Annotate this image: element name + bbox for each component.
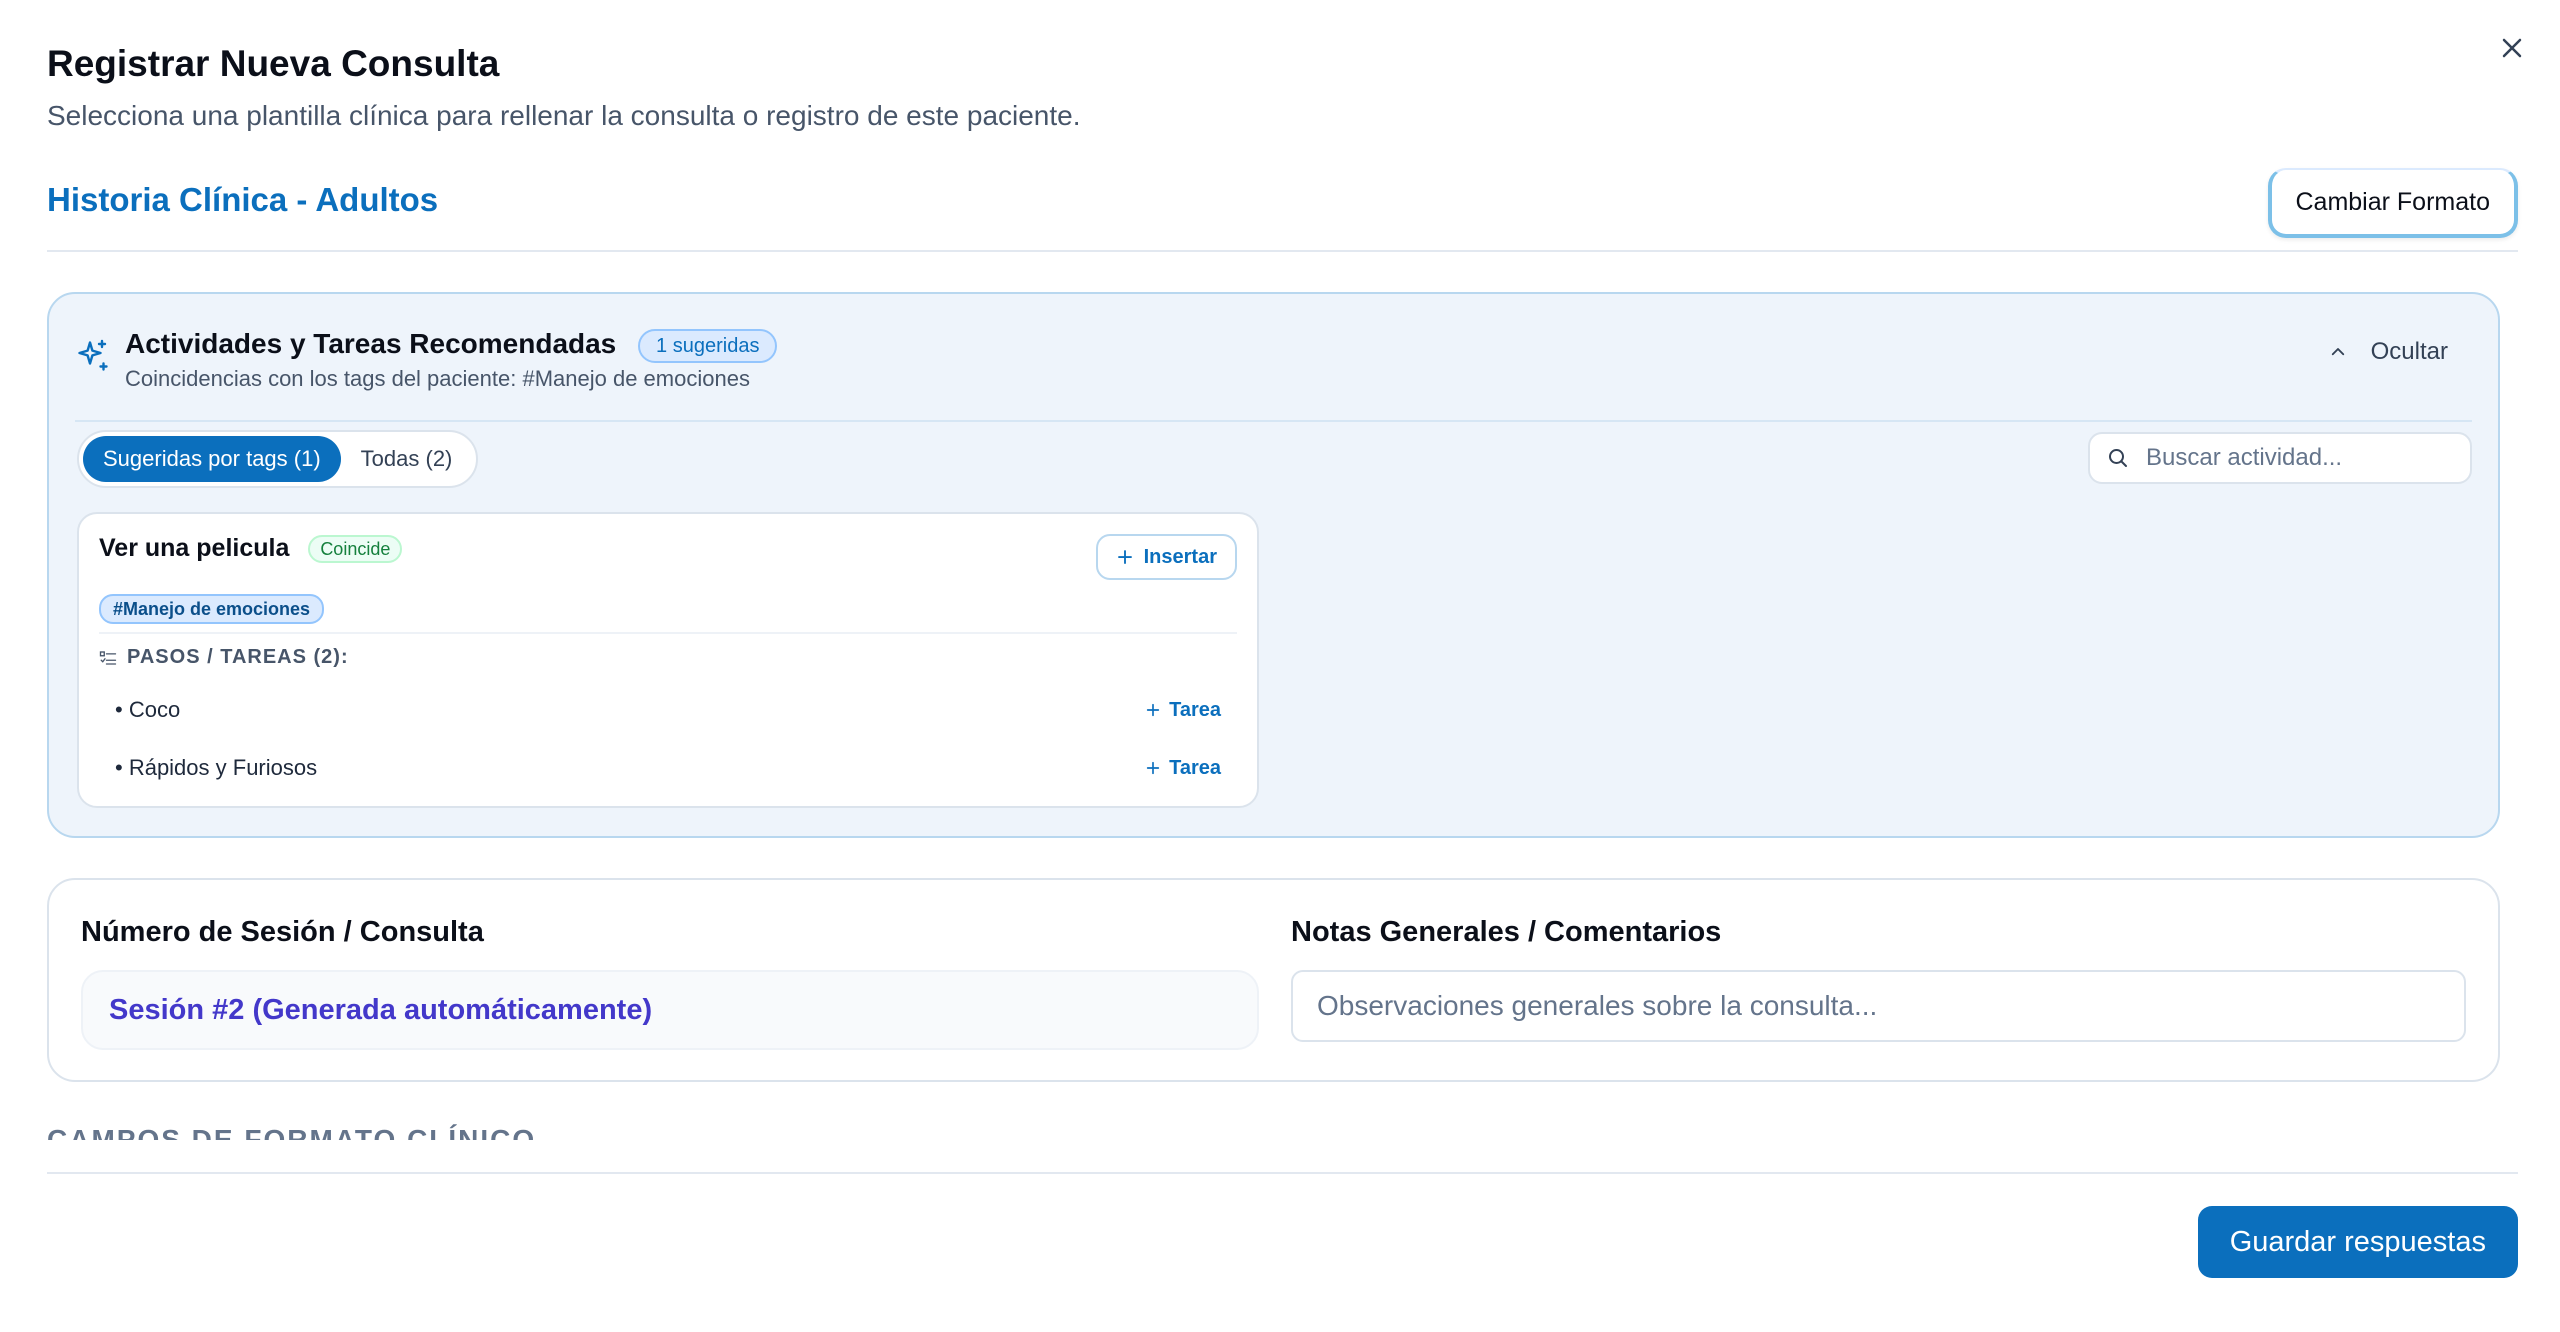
activity-title-text: Ver una pelicula [99, 534, 290, 562]
match-badge: Coincide [308, 535, 403, 564]
add-task-button[interactable]: Tarea [1145, 757, 1221, 780]
recommended-activities-subtitle: Coincidencias con los tags del paciente:… [125, 366, 750, 391]
sparkles-icon [78, 339, 108, 371]
chevron-up-icon [2331, 348, 2344, 356]
modal-header: Registrar Nueva Consulta Selecciona una … [47, 40, 1081, 136]
insert-activity-button[interactable]: Insertar [1095, 534, 1237, 580]
hide-recommendations-button[interactable]: Ocultar [2329, 338, 2448, 366]
clinical-fields-section: CAMPOS DE FORMATO CLÍNICO [47, 1110, 2518, 1140]
format-row: Historia Clínica - Adultos Cambiar Forma… [47, 168, 2518, 252]
add-task-label: Tarea [1169, 698, 1221, 721]
session-number-field: Sesión #2 (Generada automáticamente) [81, 970, 1259, 1050]
activity-tag: #Manejo de emociones [99, 594, 325, 624]
format-title: Historia Clínica - Adultos [47, 181, 439, 218]
add-task-label: Tarea [1169, 756, 1221, 779]
activity-title: Ver una pelicula Coincide [99, 532, 403, 564]
activity-tabs: Sugeridas por tags (1) Todas (2) [77, 430, 479, 488]
list-checks-icon [99, 650, 117, 665]
save-responses-button[interactable]: Guardar respuestas [2197, 1206, 2518, 1278]
general-notes-label: Notas Generales / Comentarios [1291, 916, 1722, 948]
new-consultation-modal: Registrar Nueva Consulta Selecciona una … [0, 0, 2560, 1332]
recommended-activities-title: Actividades y Tareas Recomendadas 1 suge… [125, 326, 778, 363]
suggested-count-badge: 1 sugeridas [638, 328, 778, 363]
hide-label: Ocultar [2370, 338, 2448, 365]
activity-search-input[interactable]: Buscar actividad... [2088, 432, 2472, 484]
modal-subtitle: Selecciona una plantilla clínica para re… [47, 100, 1081, 131]
footer-divider [47, 1172, 2518, 1174]
step-item: • Rápidos y Furiosos Tarea [115, 750, 1221, 786]
insert-label: Insertar [1143, 545, 1217, 568]
steps-header: PASOS / TAREAS (2): [99, 646, 349, 669]
step-item: • Coco Tarea [115, 692, 1221, 728]
step-label: • Coco [115, 697, 181, 722]
session-section: Número de Sesión / Consulta Sesión #2 (G… [47, 878, 2500, 1082]
session-number-label: Número de Sesión / Consulta [81, 916, 484, 948]
plus-icon [1117, 550, 1132, 564]
activity-card: Ver una pelicula Coincide Insertar #Mane… [77, 512, 1259, 808]
tab-suggested-by-tags[interactable]: Sugeridas por tags (1) [83, 436, 341, 482]
divider [99, 632, 1237, 634]
plus-icon [1146, 703, 1160, 717]
close-icon [2502, 38, 2522, 58]
search-placeholder: Buscar actividad... [2146, 444, 2343, 471]
recommended-activities-header: Actividades y Tareas Recomendadas 1 suge… [75, 324, 2472, 391]
close-button[interactable] [2492, 28, 2532, 68]
recommended-activities-title-text: Actividades y Tareas Recomendadas [125, 328, 617, 359]
add-task-button[interactable]: Tarea [1145, 699, 1221, 722]
change-format-button[interactable]: Cambiar Formato [2267, 168, 2518, 238]
plus-icon [1146, 761, 1160, 775]
tab-all[interactable]: Todas (2) [341, 436, 473, 482]
divider [75, 420, 2472, 422]
search-icon [2109, 449, 2127, 467]
general-notes-input[interactable]: Observaciones generales sobre la consult… [1291, 970, 2466, 1042]
step-label: • Rápidos y Furiosos [115, 755, 318, 780]
clinical-fields-heading: CAMPOS DE FORMATO CLÍNICO [47, 1124, 537, 1140]
modal-title: Registrar Nueva Consulta [47, 43, 500, 84]
recommended-activities-panel: Actividades y Tareas Recomendadas 1 suge… [47, 292, 2500, 838]
steps-header-text: PASOS / TAREAS (2): [127, 646, 349, 668]
